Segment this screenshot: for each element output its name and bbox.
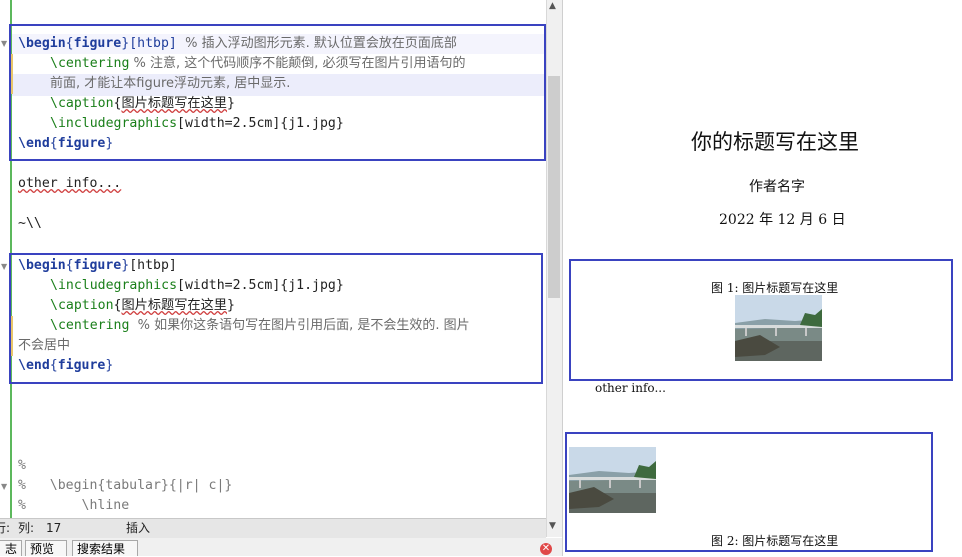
code-line[interactable]: ~\\ (18, 214, 42, 234)
column-value: 17 (46, 521, 62, 535)
column-label: 列: (18, 521, 35, 535)
comment: % \begin{tabular}{|r| c|} (18, 478, 233, 493)
fold-toggle-icon[interactable]: ▼ (1, 482, 7, 491)
scrollbar-thumb[interactable] (548, 76, 560, 298)
code-line[interactable]: % \hline (18, 496, 129, 516)
scroll-down-icon[interactable]: ▼ (549, 521, 556, 531)
annotation-box-1 (9, 24, 546, 161)
plain-text: other info... (18, 176, 122, 191)
code-line[interactable]: % (18, 456, 26, 476)
fold-toggle-icon[interactable]: ▼ (1, 262, 7, 271)
scroll-up-icon[interactable]: ▲ (549, 1, 556, 11)
plain-text: ~\\ (18, 216, 42, 231)
code-line[interactable]: other info... (18, 174, 121, 194)
fold-toggle-icon[interactable]: ▼ (1, 39, 7, 48)
body-text: other info... (595, 381, 666, 395)
line-label: 行: (0, 521, 11, 535)
annotation-box-3 (569, 259, 953, 381)
comment: % \hline (18, 498, 130, 513)
status-bar: 行: 列: 17 插入 (0, 518, 546, 538)
pdf-preview[interactable]: 你的标题写在这里 作者名字 2022 年 12 月 6 日 图 1: 图片标题写… (562, 0, 962, 556)
code-editor[interactable]: ▼ ▼ ▼ \begin{figure}[htbp] % 插入浮动图形元素. 默… (0, 0, 546, 518)
code-line[interactable]: % \begin{tabular}{|r| c|} (18, 476, 232, 496)
close-icon[interactable]: ✕ (540, 543, 552, 555)
insert-mode: 插入 (126, 521, 151, 535)
doc-title: 你的标题写在这里 (691, 130, 859, 154)
tab-search-results[interactable]: 搜索结果 (72, 540, 138, 556)
annotation-box-2 (9, 253, 543, 384)
bottom-panel-tabs: 志 预览 搜索结果 (0, 538, 562, 556)
doc-author: 作者名字 (749, 179, 805, 195)
tab-log[interactable]: 志 (0, 540, 22, 556)
comment: % (18, 458, 26, 473)
annotation-box-4 (565, 432, 933, 552)
doc-date: 2022 年 12 月 6 日 (719, 212, 846, 228)
tab-preview[interactable]: 预览 (25, 540, 67, 556)
